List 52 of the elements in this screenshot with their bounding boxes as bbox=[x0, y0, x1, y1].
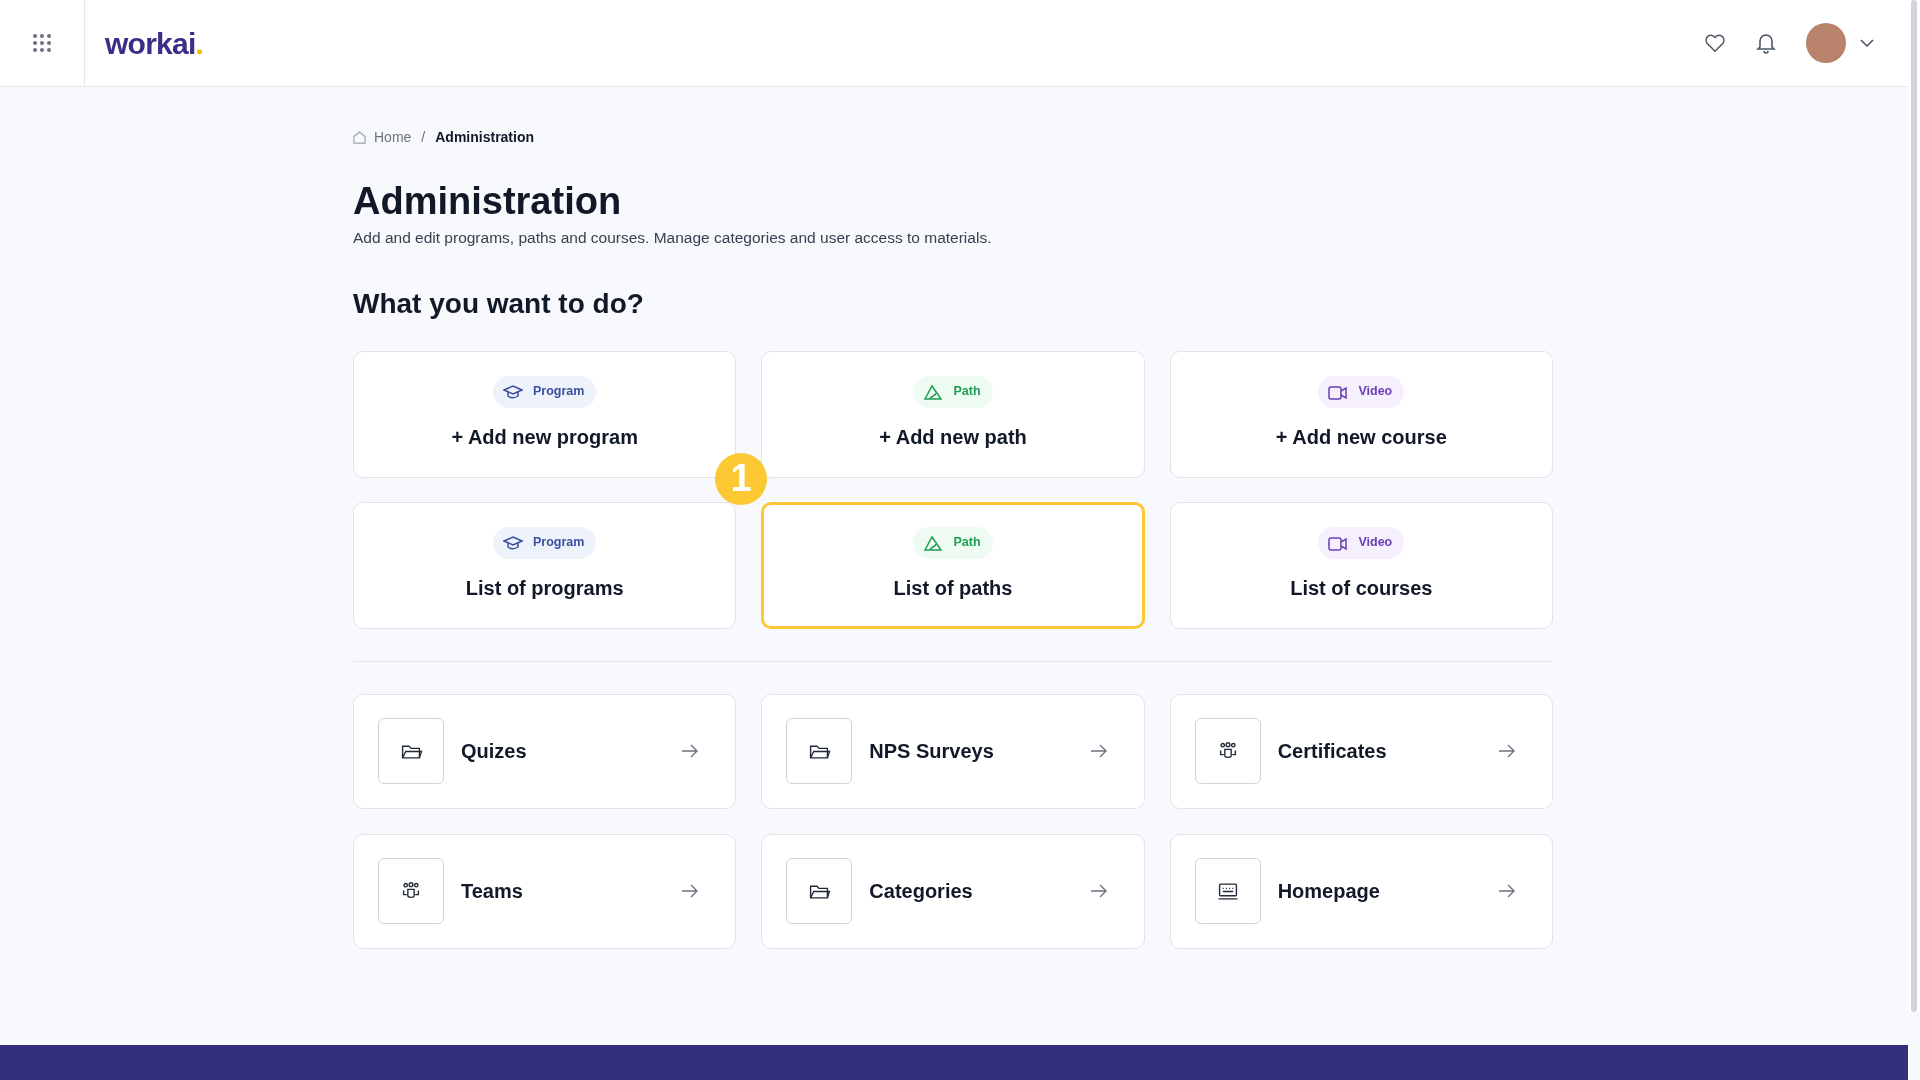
card-title: + Add new path bbox=[879, 424, 1027, 450]
action-card[interactable]: Video List of courses bbox=[1169, 501, 1553, 629]
link-card[interactable]: Categories bbox=[761, 833, 1145, 949]
category-tag: Program bbox=[492, 526, 597, 559]
arrow-right-icon bbox=[1089, 884, 1108, 899]
path-icon bbox=[923, 382, 944, 401]
card-title: List of programs bbox=[465, 575, 624, 601]
card-label: Quizes bbox=[461, 739, 528, 765]
breadcrumb-link[interactable]: Home bbox=[374, 127, 412, 148]
category-tag: Path bbox=[913, 526, 993, 559]
graduation-cap-icon bbox=[502, 382, 523, 401]
card-label: Certificates bbox=[1277, 739, 1388, 765]
card-title: + Add new program bbox=[451, 424, 638, 450]
arrow-right-icon bbox=[1498, 744, 1516, 759]
apps-grid-icon[interactable] bbox=[32, 33, 52, 53]
link-card[interactable]: Certificates bbox=[1169, 693, 1553, 809]
arrow-right-icon bbox=[681, 744, 700, 759]
link-card[interactable]: Homepage bbox=[1169, 833, 1553, 949]
action-card[interactable]: Program List of programs bbox=[353, 501, 737, 629]
section-title: What you want to do? bbox=[353, 286, 645, 321]
action-card[interactable]: Video + Add new course bbox=[1169, 350, 1553, 478]
card-label: Teams bbox=[461, 879, 524, 905]
category-tag: Video bbox=[1318, 526, 1405, 559]
card-title: List of paths bbox=[893, 575, 1013, 601]
link-card[interactable]: Teams bbox=[353, 833, 737, 949]
breadcrumb-separator: / bbox=[421, 128, 426, 147]
action-card[interactable]: Path List of paths bbox=[761, 501, 1145, 629]
arrow-right-icon bbox=[681, 884, 700, 899]
path-icon bbox=[923, 533, 944, 552]
category-tag: Path bbox=[913, 375, 993, 408]
category-tag: Program bbox=[492, 375, 597, 408]
workai-logo[interactable]: workai. bbox=[105, 20, 204, 66]
bell-icon[interactable] bbox=[1756, 32, 1776, 54]
arrow-right-icon bbox=[1089, 744, 1108, 759]
page-title: Administration bbox=[353, 179, 623, 224]
link-card[interactable]: NPS Surveys bbox=[761, 693, 1145, 809]
link-card[interactable]: Quizes bbox=[353, 693, 737, 809]
chevron-down-icon[interactable] bbox=[1860, 39, 1874, 47]
category-tag: Video bbox=[1318, 375, 1405, 408]
action-card[interactable]: Path + Add new path bbox=[761, 350, 1145, 478]
card-label: Categories bbox=[869, 879, 974, 905]
card-label: NPS Surveys bbox=[869, 739, 995, 765]
card-label: Homepage bbox=[1277, 879, 1381, 905]
avatar[interactable] bbox=[1806, 23, 1846, 63]
graduation-cap-icon bbox=[502, 533, 523, 552]
heart-icon[interactable] bbox=[1704, 33, 1726, 53]
card-title: List of courses bbox=[1290, 575, 1433, 601]
page-description: Add and edit programs, paths and courses. Manage categories and user access to materials. bbox=[353, 227, 993, 248]
arrow-right-icon bbox=[1498, 884, 1516, 899]
step-marker: 1 bbox=[715, 452, 767, 505]
breadcrumb-current: Administration bbox=[435, 128, 535, 147]
card-title: + Add new course bbox=[1275, 424, 1447, 450]
